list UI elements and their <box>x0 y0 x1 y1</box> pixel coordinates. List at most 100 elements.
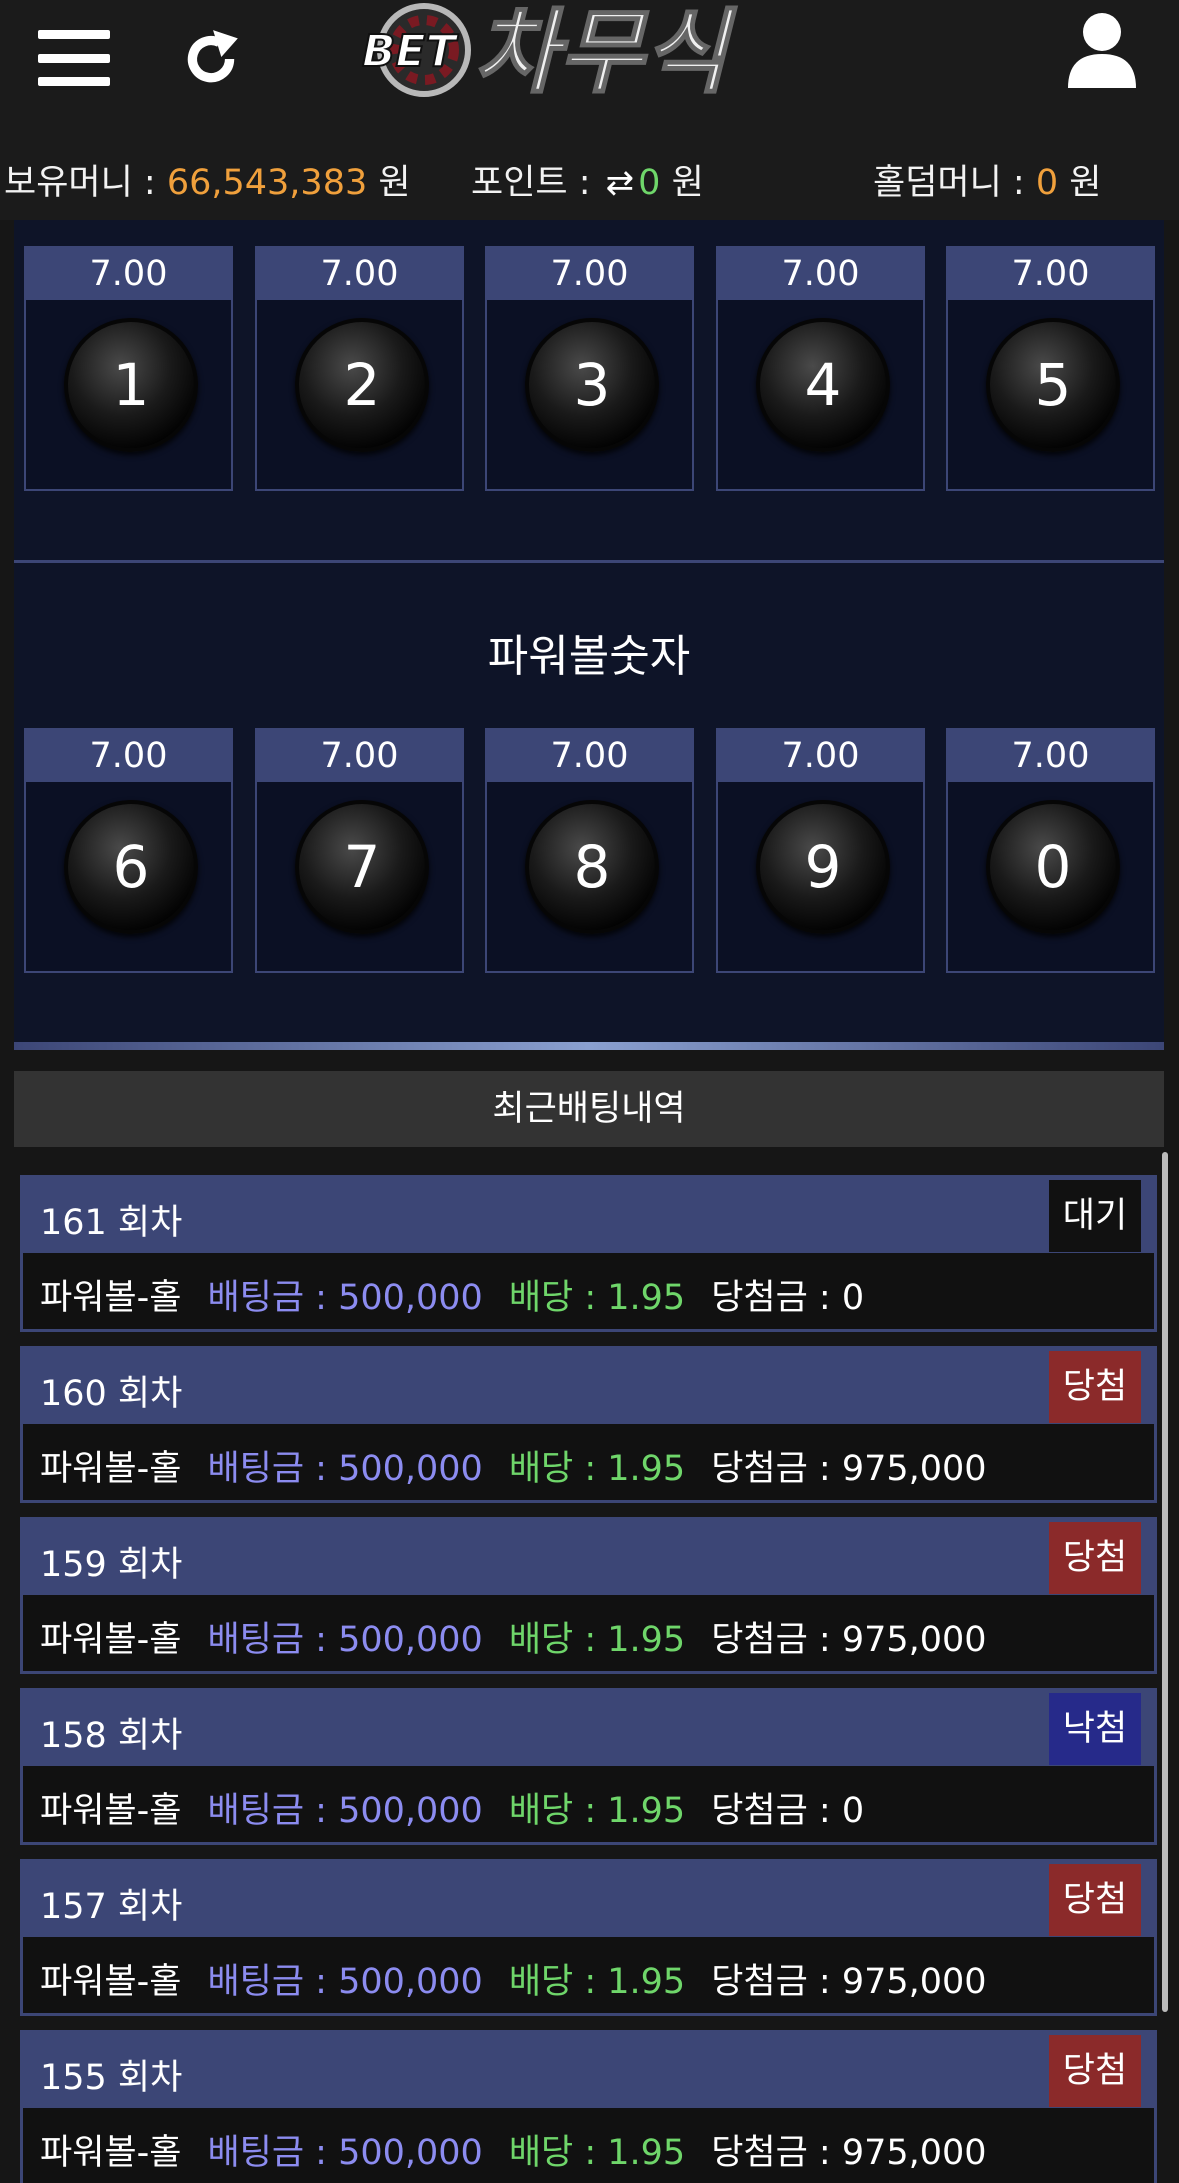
holding-money: 보유머니 : 66,543,383 원 <box>4 154 411 205</box>
bet-row[interactable]: 160 회차 당첨 파워볼-홀 배팅금 : 500,000 배당 : 1.95 당첨금… <box>20 1346 1157 1503</box>
status-badge: 낙첨 <box>1049 1693 1141 1765</box>
ball-odds: 7.00 <box>257 248 462 300</box>
bet-row-header: 155 회차 당첨 <box>23 2033 1154 2108</box>
bet-amount: 배팅금 : 500,000 <box>207 1449 483 1489</box>
bet-game: 파워볼-홀 <box>40 2133 182 2173</box>
bet-details: 파워볼-홀 배팅금 : 500,000 배당 : 1.95 당첨금 : 0 <box>40 1269 864 1320</box>
site-logo[interactable]: BET 차무식 <box>356 0 816 110</box>
bet-game: 파워볼-홀 <box>40 1620 182 1660</box>
bet-amount: 배팅금 : 500,000 <box>207 1278 483 1318</box>
bet-odds: 배당 : 1.95 <box>508 1449 686 1489</box>
holdem-money: 홀덤머니 : 0 원 <box>873 154 1101 205</box>
ball-number: 8 <box>525 800 659 934</box>
ball-option-3[interactable]: 7.00 3 <box>485 246 694 491</box>
points-unit: 원 <box>660 163 704 203</box>
logo-title: 차무식 <box>474 0 737 106</box>
bet-row-header: 161 회차 대기 <box>23 1178 1154 1253</box>
status-badge: 대기 <box>1049 1180 1141 1252</box>
ball-odds: 7.00 <box>487 248 692 300</box>
holdem-money-value: 0 <box>1035 163 1059 203</box>
ball-option-0[interactable]: 7.00 0 <box>946 728 1155 973</box>
bet-amount: 배팅금 : 500,000 <box>207 1962 483 2002</box>
user-icon[interactable] <box>1062 10 1142 90</box>
refresh-icon[interactable] <box>178 26 244 92</box>
section-divider <box>14 560 1164 563</box>
ball-option-1[interactable]: 7.00 1 <box>24 246 233 491</box>
ball-number: 9 <box>756 800 890 934</box>
status-badge: 당첨 <box>1049 1351 1141 1423</box>
bet-details: 파워볼-홀 배팅금 : 500,000 배당 : 1.95 당첨금 : 0 <box>40 1782 864 1833</box>
bet-prize: 당첨금 : 0 <box>711 1791 865 1831</box>
ball-option-6[interactable]: 7.00 6 <box>24 728 233 973</box>
ball-odds: 7.00 <box>948 730 1153 782</box>
ball-odds: 7.00 <box>718 248 923 300</box>
recent-bets-header: 최근배팅내역 <box>14 1071 1164 1147</box>
ball-option-9[interactable]: 7.00 9 <box>716 728 925 973</box>
ball-odds: 7.00 <box>718 730 923 782</box>
bet-list-scrollbar[interactable] <box>1162 1152 1168 2012</box>
bet-row-header: 158 회차 낙첨 <box>23 1691 1154 1766</box>
bet-odds: 배당 : 1.95 <box>508 1962 686 2002</box>
bet-game: 파워볼-홀 <box>40 1449 182 1489</box>
ball-option-2[interactable]: 7.00 2 <box>255 246 464 491</box>
ball-number: 5 <box>986 318 1120 452</box>
ball-number: 2 <box>295 318 429 452</box>
bet-prize: 당첨금 : 975,000 <box>711 2133 987 2173</box>
balance-bar: 보유머니 : 66,543,383 원 포인트 : ⇄ 0 원 홀덤머니 : 0 … <box>0 118 1179 220</box>
menu-icon[interactable] <box>38 30 110 86</box>
bet-row[interactable]: 159 회차 당첨 파워볼-홀 배팅금 : 500,000 배당 : 1.95 당첨금… <box>20 1517 1157 1674</box>
bet-round: 160 회차 <box>40 1374 183 1414</box>
ball-odds: 7.00 <box>26 248 231 300</box>
bet-row[interactable]: 155 회차 당첨 파워볼-홀 배팅금 : 500,000 배당 : 1.95 당첨금… <box>20 2030 1157 2183</box>
top-bar: BET 차무식 <box>0 0 1179 118</box>
bet-amount: 배팅금 : 500,000 <box>207 1791 483 1831</box>
ball-odds: 7.00 <box>948 248 1153 300</box>
bet-row-header: 159 회차 당첨 <box>23 1520 1154 1595</box>
bet-prize: 당첨금 : 975,000 <box>711 1449 987 1489</box>
ball-odds: 7.00 <box>257 730 462 782</box>
bet-round: 158 회차 <box>40 1716 183 1756</box>
swap-icon[interactable]: ⇄ <box>606 163 635 203</box>
bet-row[interactable]: 157 회차 당첨 파워볼-홀 배팅금 : 500,000 배당 : 1.95 당첨금… <box>20 1859 1157 2016</box>
status-badge: 당첨 <box>1049 1522 1141 1594</box>
bet-row[interactable]: 158 회차 낙첨 파워볼-홀 배팅금 : 500,000 배당 : 1.95 당첨금… <box>20 1688 1157 1845</box>
bet-row[interactable]: 161 회차 대기 파워볼-홀 배팅금 : 500,000 배당 : 1.95 당첨금… <box>20 1175 1157 1332</box>
bet-prize: 당첨금 : 975,000 <box>711 1620 987 1660</box>
bet-odds: 배당 : 1.95 <box>508 1278 686 1318</box>
section-title: 파워볼숫자 <box>487 631 691 682</box>
holdem-money-label: 홀덤머니 : <box>873 163 1036 203</box>
holding-money-value: 66,543,383 <box>166 163 368 203</box>
ball-odds: 7.00 <box>26 730 231 782</box>
bet-details: 파워볼-홀 배팅금 : 500,000 배당 : 1.95 당첨금 : 975,000 <box>40 1611 987 1662</box>
bet-round: 161 회차 <box>40 1203 183 1243</box>
bet-details: 파워볼-홀 배팅금 : 500,000 배당 : 1.95 당첨금 : 975,000 <box>40 2124 987 2175</box>
status-badge: 당첨 <box>1049 2035 1141 2107</box>
ball-option-4[interactable]: 7.00 4 <box>716 246 925 491</box>
logo-prefix: BET <box>362 26 459 77</box>
holding-money-label: 보유머니 : <box>4 163 167 203</box>
bet-prize: 당첨금 : 975,000 <box>711 1962 987 2002</box>
bet-prize: 당첨금 : 0 <box>711 1278 865 1318</box>
ball-number: 3 <box>525 318 659 452</box>
points-value: 0 <box>638 163 661 203</box>
ball-number: 7 <box>295 800 429 934</box>
bet-odds: 배당 : 1.95 <box>508 1791 686 1831</box>
panel-bottom-bar <box>14 1042 1164 1050</box>
bet-round: 155 회차 <box>40 2058 183 2098</box>
points: 포인트 : ⇄ 0 원 <box>471 154 704 205</box>
ball-number: 1 <box>64 318 198 452</box>
bet-game: 파워볼-홀 <box>40 1962 182 2002</box>
points-label: 포인트 : <box>471 163 602 203</box>
status-badge: 당첨 <box>1049 1864 1141 1936</box>
bet-details: 파워볼-홀 배팅금 : 500,000 배당 : 1.95 당첨금 : 975,000 <box>40 1440 987 1491</box>
ball-option-8[interactable]: 7.00 8 <box>485 728 694 973</box>
ball-number: 4 <box>756 318 890 452</box>
bet-round: 159 회차 <box>40 1545 183 1585</box>
bet-amount: 배팅금 : 500,000 <box>207 2133 483 2173</box>
bet-row-header: 160 회차 당첨 <box>23 1349 1154 1424</box>
ball-option-5[interactable]: 7.00 5 <box>946 246 1155 491</box>
bet-game: 파워볼-홀 <box>40 1278 182 1318</box>
powerball-number-panel: 7.00 1 7.00 2 7.00 3 7.00 4 7.00 5 파워볼숫자… <box>14 220 1164 1050</box>
bet-odds: 배당 : 1.95 <box>508 1620 686 1660</box>
ball-option-7[interactable]: 7.00 7 <box>255 728 464 973</box>
